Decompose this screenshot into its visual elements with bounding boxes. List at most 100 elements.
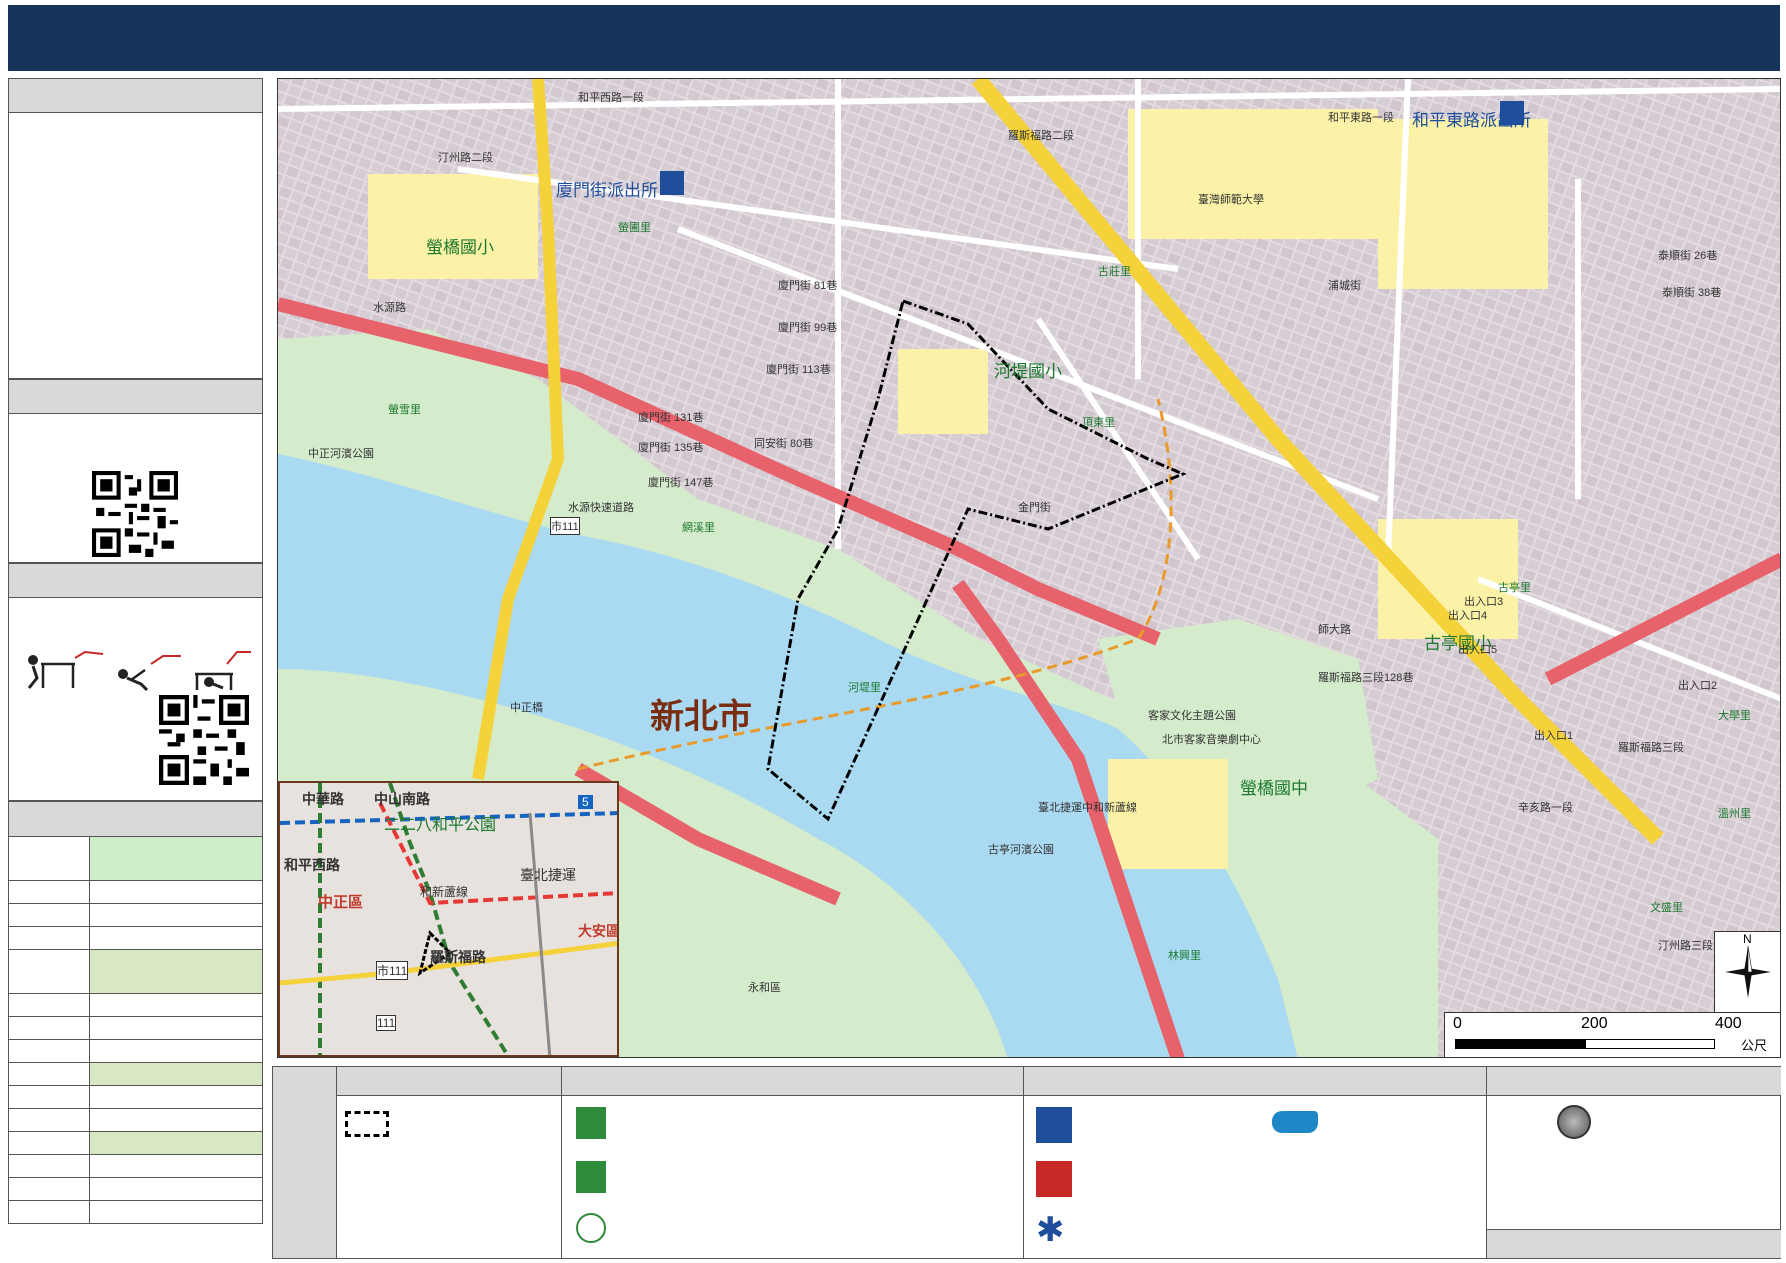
table-row [8, 1108, 263, 1132]
scale-tick-0: 0 [1453, 1015, 1462, 1032]
info-panel-3-header [9, 564, 262, 598]
park-label: 中正河濱公園 [308, 448, 374, 460]
village-label: 螢雪里 [388, 404, 421, 416]
table-row [8, 836, 263, 881]
route-label: 市111 [550, 517, 580, 535]
scale-unit: 公尺 [1741, 1038, 1768, 1053]
road-label: 同安街 80巷 [754, 438, 814, 450]
legend-footer [1487, 1229, 1781, 1258]
road-label: 汀州路三段 [1658, 940, 1713, 952]
inset-label: 中正區 [318, 894, 364, 911]
poi-label: 臺灣師範大學 [1198, 194, 1264, 206]
school-label: 螢橋國中 [1240, 779, 1308, 798]
scale-tick-400: 400 [1715, 1015, 1742, 1032]
table-row [8, 993, 263, 1017]
scale-bar-white [1585, 1039, 1715, 1049]
road-label: 水源快速道路 [568, 502, 634, 514]
park-label: 客家文化主題公園 [1148, 710, 1236, 722]
fire-station-icon [1036, 1161, 1072, 1197]
table-row [8, 880, 263, 904]
road-label: 師大路 [1318, 624, 1351, 636]
police-icon [660, 171, 684, 195]
marker-icon [1557, 1105, 1591, 1139]
school-area [368, 174, 538, 279]
police-icon [1500, 101, 1524, 125]
inset-map[interactable]: 中華路 中山南路 二二八和平公園 和平西路 中正區 大安區 臺北捷運 羅斯福路 … [278, 781, 619, 1057]
road-label: 羅斯福路三段128巷 [1318, 672, 1414, 684]
earthquake-safety-icon [27, 650, 251, 692]
table-row [8, 1039, 263, 1063]
evacuation-park-icon [576, 1161, 606, 1193]
north-arrow: N [1714, 931, 1780, 1013]
table-row [8, 1131, 263, 1155]
inset-label: 中華路 [302, 791, 344, 807]
shelter-icon [576, 1107, 606, 1139]
table-row [8, 1016, 263, 1040]
road-label: 和平西路一段 [578, 92, 644, 104]
mrt-exit-label: 出入口1 [1534, 730, 1574, 742]
village-label: 溫州里 [1718, 808, 1751, 820]
road-label: 廈門街 99巷 [778, 322, 838, 334]
road-label: 金門街 [1018, 502, 1051, 514]
road-label: 廈門街 113巷 [766, 364, 831, 376]
legend-side [273, 1067, 337, 1258]
village-label: 螢圃里 [618, 222, 651, 234]
info-panel-4 [8, 801, 263, 837]
village-label: 頂東里 [1082, 417, 1115, 429]
table-row [8, 1177, 263, 1201]
qr-code-2[interactable] [159, 695, 249, 785]
qr-code-1[interactable] [92, 471, 178, 557]
road-label: 中正橋 [510, 702, 543, 714]
title-bar [8, 5, 1780, 71]
inset-label: 中山南路 [374, 791, 430, 807]
boundary-legend-icon [345, 1111, 389, 1137]
info-panel-1 [8, 78, 263, 379]
road-label: 羅斯福路二段 [1008, 130, 1074, 142]
legend-col-other [1487, 1067, 1781, 1258]
road-label: 泰順街 38巷 [1662, 287, 1722, 299]
village-label: 文盛里 [1650, 902, 1683, 914]
village-label: 河堤里 [848, 682, 881, 694]
table-row [8, 1085, 263, 1109]
village-label: 大學里 [1718, 710, 1751, 722]
compass-icon [1725, 945, 1771, 998]
info-table [8, 836, 263, 1224]
inset-label: 5 [578, 795, 593, 809]
road-label: 廈門街 147巷 [648, 477, 714, 489]
info-panel-3 [8, 563, 263, 801]
table-row [8, 1200, 263, 1224]
inset-label: 大安區 [578, 923, 619, 939]
school-area [898, 349, 988, 434]
road-label: 羅斯福路三段 [1618, 742, 1684, 754]
scale-bar-black [1455, 1039, 1585, 1049]
road-label: 汀州路二段 [438, 152, 493, 164]
school-label: 河堤國小 [994, 362, 1062, 381]
police-station-label: 廈門街派出所 [556, 181, 658, 200]
school-label: 螢橋國小 [426, 238, 494, 257]
road-label: 水源路 [373, 302, 406, 314]
road-label: 泰順街 26巷 [1658, 250, 1718, 262]
road-label: 廈門街 131巷 [638, 412, 704, 424]
village-label: 網溪里 [682, 522, 715, 534]
inset-label: 二二八和平公園 [384, 817, 497, 834]
mrt-exit-label: 出入口2 [1678, 680, 1718, 692]
reserve-shelter-icon [576, 1213, 606, 1243]
scale-bar: 0 200 400 公尺 [1444, 1012, 1780, 1057]
table-row [8, 1062, 263, 1086]
school-area [1128, 109, 1378, 239]
poi-label: 北市客家音樂劇中心 [1162, 734, 1261, 746]
scale-tick-200: 200 [1581, 1015, 1608, 1032]
table-row [8, 903, 263, 927]
inset-label: 市111 [376, 961, 409, 980]
medical-icon: ✱ [1036, 1211, 1065, 1249]
city-label: 新北市 [650, 698, 752, 736]
road-label: 廈門街 81巷 [778, 280, 838, 292]
district-label: 永和區 [748, 982, 781, 994]
inset-label: 臺北捷運 [520, 867, 576, 883]
park-label: 古亭河濱公園 [988, 844, 1054, 856]
info-panel-1-header [9, 79, 262, 113]
helicopter-icon [1272, 1111, 1318, 1133]
road-label: 和平東路一段 [1328, 112, 1394, 124]
road-label: 辛亥路一段 [1518, 802, 1573, 814]
village-label: 林興里 [1168, 950, 1201, 962]
